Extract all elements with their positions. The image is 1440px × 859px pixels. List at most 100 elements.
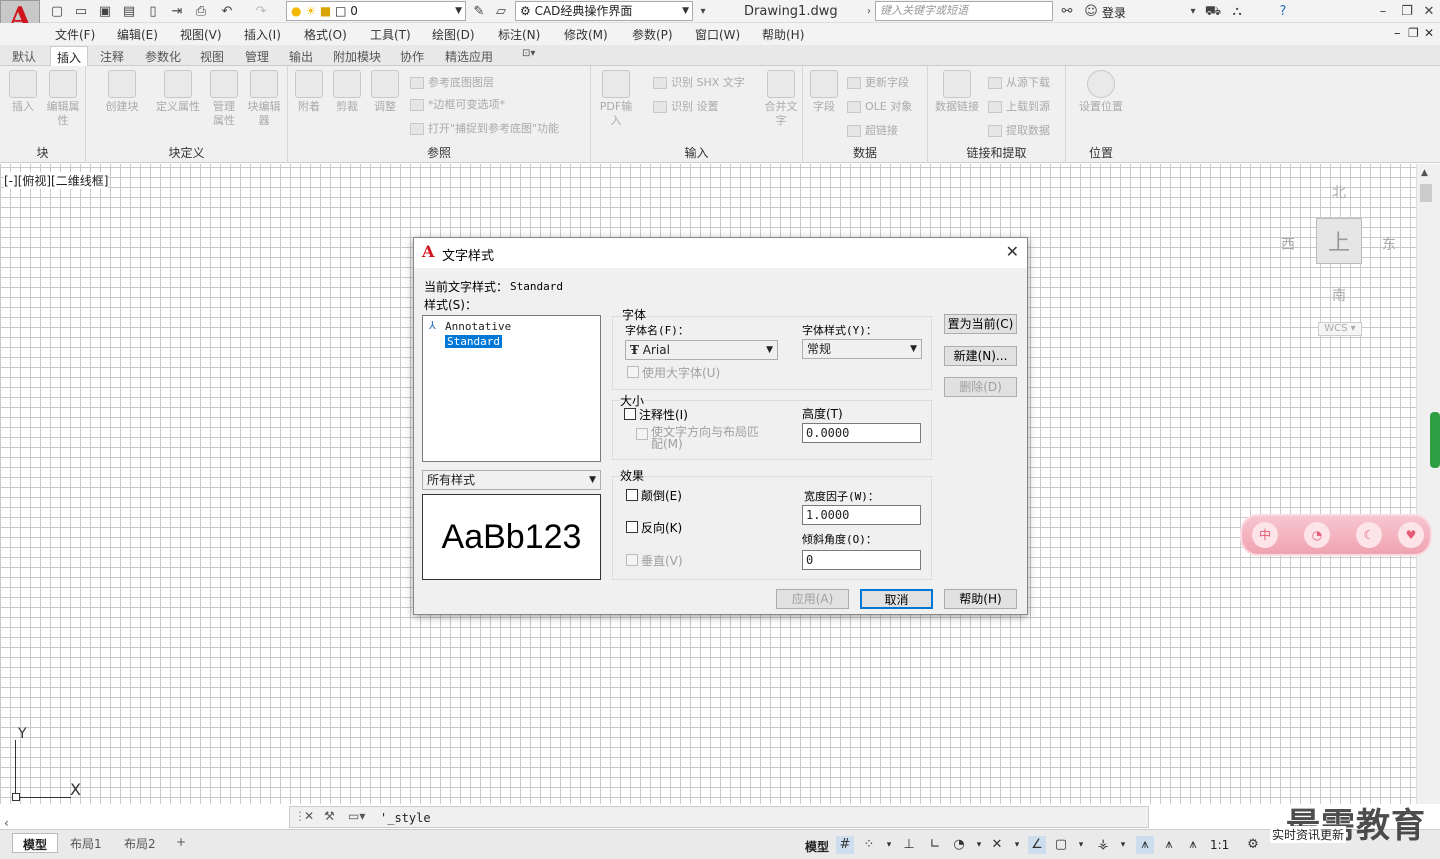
chevron-down-icon[interactable]: ▾ <box>880 836 898 854</box>
doc-close-icon[interactable]: ✕ <box>1424 26 1434 40</box>
adjust-button[interactable]: 调整 <box>368 70 402 114</box>
tab-default[interactable]: 默认 <box>12 48 36 65</box>
dynamic-ucs-icon[interactable]: ⚶ <box>1094 836 1112 854</box>
panel-title-block-definition[interactable]: 块定义 <box>86 144 287 161</box>
pdf-import-button[interactable]: PDF输入 <box>599 70 633 128</box>
polar-icon[interactable]: ◔ <box>950 836 968 854</box>
add-layout-icon[interactable]: + <box>166 833 196 853</box>
tab-parametric[interactable]: 参数化 <box>145 48 181 65</box>
tab-addins[interactable]: 附加模块 <box>333 48 381 65</box>
data-link-button[interactable]: 数据链接 <box>930 70 984 114</box>
snap-underlay-button[interactable]: 打开"捕捉到参考底图"功能 <box>410 120 559 136</box>
extract-data-button[interactable]: 提取数据 <box>988 122 1050 138</box>
define-attributes-button[interactable]: 定义属性 <box>150 70 206 114</box>
menu-file[interactable]: 文件(F) <box>55 26 95 43</box>
annotation-scale-icon[interactable]: ⩚ <box>1184 836 1202 854</box>
oblique-angle-input[interactable]: 0 <box>802 550 921 570</box>
panel-title-reference[interactable]: 参照 <box>288 144 590 161</box>
viewcube-face-top[interactable]: 上 <box>1328 225 1350 257</box>
qat-customize-icon[interactable]: ▾ <box>694 3 712 20</box>
menu-tools[interactable]: 工具(T) <box>370 26 411 43</box>
side-widget[interactable] <box>1430 412 1440 468</box>
grid-icon[interactable]: # <box>836 836 854 854</box>
tab-annotate[interactable]: 注释 <box>100 48 124 65</box>
command-prompt-icon[interactable]: ▭▾ <box>348 809 365 823</box>
help-button[interactable]: 帮助(H) <box>944 589 1017 609</box>
style-item-standard[interactable]: Standard <box>445 335 502 348</box>
scroll-left-icon[interactable]: ‹ <box>4 816 9 830</box>
hyperlink-button[interactable]: 超链接 <box>847 122 898 138</box>
width-factor-input[interactable]: 1.0000 <box>802 505 921 525</box>
menu-draw[interactable]: 绘图(D) <box>432 26 475 43</box>
upload-source-button[interactable]: 上载到源 <box>988 98 1050 114</box>
compass-north[interactable]: 北 <box>1332 182 1346 202</box>
match-orientation-checkbox[interactable] <box>636 428 648 440</box>
object-snap-tracking-icon[interactable]: ∠ <box>1028 836 1046 854</box>
combine-text-button[interactable]: 合并文字 <box>763 70 799 128</box>
redo-icon[interactable]: ↷ <box>252 3 270 20</box>
update-fields-button[interactable]: 更新字段 <box>847 74 909 90</box>
annotative-checkbox[interactable] <box>624 408 636 420</box>
set-location-button[interactable]: 设置位置 <box>1070 70 1132 114</box>
block-editor-button[interactable]: 块编辑器 <box>244 70 284 128</box>
command-text[interactable]: '_style <box>380 811 431 825</box>
chevron-down-icon[interactable]: ▾ <box>970 836 988 854</box>
restore-icon[interactable]: ❐ <box>1398 3 1416 20</box>
use-bigfont-checkbox[interactable] <box>627 366 639 378</box>
print-icon[interactable]: ⎙ <box>192 3 210 20</box>
search-input[interactable]: 键入关键字或短语 <box>875 1 1053 21</box>
command-line[interactable]: ⋮ ✕ ⚒ ▭▾ '_style <box>289 806 1149 828</box>
save-as-icon[interactable]: ▤ <box>120 3 138 20</box>
gear-icon[interactable]: ⚙ <box>1244 836 1262 854</box>
delete-style-button[interactable]: 删除(D) <box>944 377 1017 397</box>
recognize-settings-button[interactable]: 识别 设置 <box>653 98 719 114</box>
layer-prev-icon[interactable]: ▱ <box>492 3 510 20</box>
scrollbar-thumb[interactable] <box>1420 184 1432 202</box>
edit-attributes-button[interactable]: 编辑属性 <box>46 70 80 128</box>
clip-button[interactable]: 剪裁 <box>330 70 364 114</box>
ortho-icon[interactable]: ∟ <box>926 836 944 854</box>
field-button[interactable]: 字段 <box>807 70 841 114</box>
minimize-icon[interactable]: – <box>1374 3 1392 20</box>
frames-variable-button[interactable]: *边框可变选项* <box>410 96 505 112</box>
menu-help[interactable]: 帮助(H) <box>762 26 804 43</box>
snap-mode-icon[interactable]: ⁘ <box>860 836 878 854</box>
emoji-icon[interactable]: ◔ <box>1304 522 1330 548</box>
viewcube[interactable]: 上 <box>1316 218 1362 264</box>
backwards-checkbox[interactable] <box>626 521 638 533</box>
chevron-down-icon[interactable]: ▾ <box>1072 836 1090 854</box>
annotation-scale-value[interactable]: 1:1 <box>1210 838 1229 852</box>
wcs-menu[interactable]: WCS ▾ <box>1318 322 1362 336</box>
layer-match-icon[interactable]: ✎ <box>470 3 488 20</box>
menu-window[interactable]: 窗口(W) <box>695 26 740 43</box>
infer-constraints-icon[interactable]: ⊥ <box>900 836 918 854</box>
menu-dimension[interactable]: 标注(N) <box>498 26 540 43</box>
import-icon[interactable]: ⇥ <box>168 3 186 20</box>
ime-chinese-icon[interactable]: 中 <box>1252 522 1278 548</box>
user-icon[interactable]: ☺ <box>1082 3 1100 20</box>
manage-attributes-button[interactable]: 管理属性 <box>208 70 240 128</box>
doc-minimize-icon[interactable]: – <box>1394 26 1401 41</box>
login-link[interactable]: 登录 <box>1102 4 1126 21</box>
close-icon[interactable]: ✕ <box>304 809 314 823</box>
help-icon[interactable]: ? <box>1274 3 1292 20</box>
menu-modify[interactable]: 修改(M) <box>564 26 608 43</box>
menu-parametric[interactable]: 参数(P) <box>632 26 673 43</box>
cart-icon[interactable]: ⛟ <box>1204 3 1222 20</box>
object-snap-icon[interactable]: ▢ <box>1052 836 1070 854</box>
menu-format[interactable]: 格式(O) <box>304 26 347 43</box>
download-source-button[interactable]: 从源下载 <box>988 74 1050 90</box>
create-block-button[interactable]: 创建块 <box>100 70 144 114</box>
scroll-up-icon[interactable]: ▲ <box>1421 168 1428 178</box>
style-list[interactable]: ⅄ Annotative Standard <box>422 315 601 462</box>
menu-edit[interactable]: 编辑(E) <box>117 26 158 43</box>
ribbon-toggle-icon[interactable]: ⊡▾ <box>522 48 535 59</box>
doc-restore-icon[interactable]: ❐ <box>1408 26 1419 40</box>
tab-layout1[interactable]: 布局1 <box>60 833 112 853</box>
save-icon[interactable]: ▣ <box>96 3 114 20</box>
new-style-button[interactable]: 新建(N)... <box>944 346 1017 366</box>
ole-object-button[interactable]: OLE 对象 <box>847 98 912 114</box>
close-icon[interactable]: ✕ <box>1420 3 1438 20</box>
auto-scale-icon[interactable]: ⩚ <box>1160 836 1178 854</box>
binoculars-icon[interactable]: ⚯ <box>1058 3 1076 20</box>
